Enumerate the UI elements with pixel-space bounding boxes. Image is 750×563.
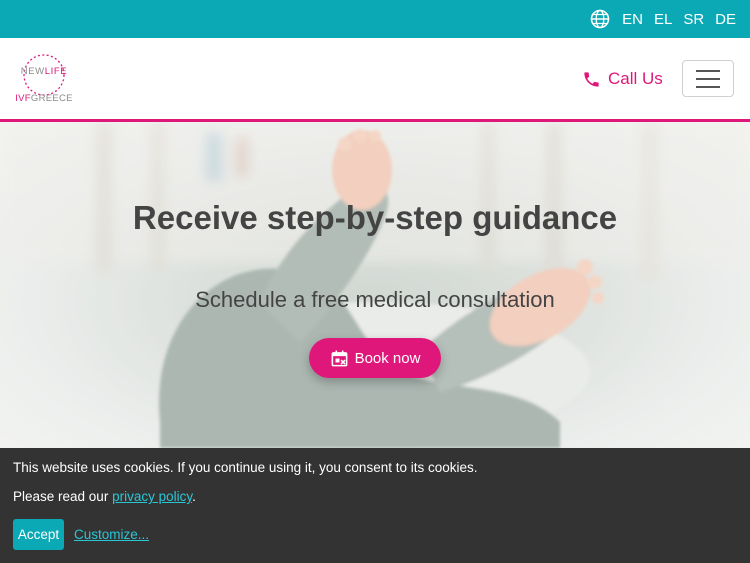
logo-wordmark-top: NEWLIFE — [16, 66, 72, 77]
logo-text-new: NEW — [20, 66, 45, 77]
hero-banner: Receive step-by-step guidance Schedule a… — [0, 122, 750, 448]
hamburger-menu-icon — [696, 69, 720, 72]
language-bar: EN EL SR DE — [0, 0, 750, 38]
accept-cookies-button[interactable]: Accept — [13, 519, 64, 550]
cookie-policy-prefix: Please read our — [13, 489, 113, 504]
hamburger-menu-button[interactable] — [682, 60, 734, 97]
book-now-label: Book now — [354, 349, 421, 367]
calendar-icon — [330, 349, 349, 368]
language-sr-link[interactable]: SR — [683, 11, 704, 28]
logo-text-greece: GREECE — [30, 93, 73, 104]
language-el-link[interactable]: EL — [654, 11, 672, 28]
language-de-link[interactable]: DE — [715, 11, 736, 28]
phone-icon — [582, 70, 601, 89]
globe-icon — [590, 9, 610, 29]
hero-subtitle: Schedule a free medical consultation — [195, 287, 555, 312]
call-us-label: Call Us — [608, 69, 663, 88]
language-en-link[interactable]: EN — [622, 11, 643, 28]
cookie-notice-text: This website uses cookies. If you contin… — [13, 460, 478, 475]
privacy-policy-link[interactable]: privacy policy — [112, 489, 192, 504]
logo-text-life: LIFE — [44, 66, 68, 77]
site-logo[interactable]: NEWLIFE IVFGREECE — [14, 52, 74, 108]
cookie-policy-text: Please read our privacy policy. — [13, 489, 196, 504]
book-now-button[interactable]: Book now — [309, 338, 441, 378]
call-us-link[interactable]: Call Us — [582, 67, 663, 91]
hero-overlay — [0, 122, 750, 448]
cookie-policy-suffix: . — [192, 489, 196, 504]
hero-title: Receive step-by-step guidance — [132, 199, 618, 236]
logo-text-ivf: IVF — [15, 93, 31, 104]
customize-cookies-link[interactable]: Customize... — [74, 527, 149, 542]
cookie-consent-bar: This website uses cookies. If you contin… — [0, 448, 750, 563]
logo-wordmark-bottom: IVFGREECE — [14, 93, 74, 104]
